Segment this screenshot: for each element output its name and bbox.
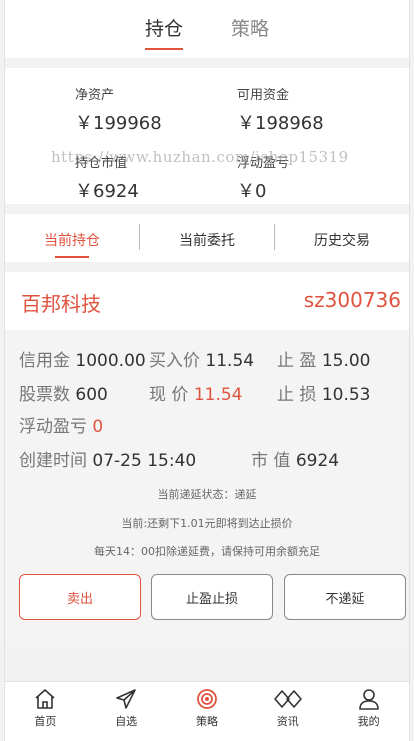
current-price-label: 现 价 [149, 385, 189, 405]
tab-strategy[interactable]: 策略 [231, 0, 269, 50]
user-icon [358, 689, 379, 710]
stop-loss-label: 止 损 [277, 385, 317, 405]
take-profit-field: 止 盈 15.00 [277, 346, 370, 371]
nav-profile[interactable]: 我的 [328, 682, 409, 741]
take-profit-value: 15.00 [321, 351, 371, 371]
top-tabs: 持仓 策略 [5, 0, 409, 58]
created-time-label: 创建时间 [19, 451, 87, 471]
net-assets: 净资产 ￥199968 [75, 84, 162, 135]
tab-history-trades[interactable]: 历史交易 [275, 214, 409, 262]
holding-market-value-value: ￥6924 [75, 181, 139, 202]
position-floating-pl-label: 浮动盈亏 [19, 417, 87, 437]
available-funds: 可用资金 ￥198968 [237, 84, 324, 135]
margin-field: 信用金 1000.00 [19, 346, 146, 371]
bottom-nav: 首页 自选 策略 资讯 我的 [5, 681, 409, 741]
defer-fee-note: 每天14：00扣除递延费，请保持可用余额充足 [94, 545, 320, 558]
net-assets-value: ￥199968 [75, 113, 162, 134]
take-profit-label: 止 盈 [277, 351, 317, 371]
available-funds-label: 可用资金 [237, 88, 290, 103]
position-card-body: 信用金 1000.00 买入价 11.54 止 盈 15.00 股票数 600 … [5, 330, 409, 646]
nav-strategy-label: 策略 [195, 715, 218, 728]
stock-code: sz300736 [303, 288, 401, 312]
shares-value: 600 [75, 385, 108, 405]
send-icon [116, 689, 136, 709]
watermark: https://www.huzhan.com/ishop15319 [51, 148, 349, 166]
net-assets-label: 净资产 [75, 88, 115, 103]
nav-news-label: 资讯 [276, 715, 299, 728]
home-icon [35, 689, 55, 709]
sub-tabs: 当前持仓 当前委托 历史交易 [5, 214, 409, 262]
nav-strategy[interactable]: 策略 [167, 682, 248, 741]
available-funds-value: ￥198968 [237, 113, 324, 134]
remaining-note: 当前:还剩下1.01元即将到达止损价 [121, 517, 293, 530]
position-market-value-label: 市 值 [251, 451, 291, 471]
position-market-value-field: 市 值 6924 [251, 446, 339, 471]
account-summary: 净资产 ￥199968 可用资金 ￥198968 持仓市值 ￥6924 浮动盈亏… [5, 68, 409, 204]
sell-button[interactable]: 卖出 [19, 574, 141, 620]
tab-current-orders[interactable]: 当前委托 [140, 214, 274, 262]
shares-field: 股票数 600 [19, 380, 108, 405]
take-profit-stop-loss-button[interactable]: 止盈止损 [151, 574, 273, 620]
buy-price-field: 买入价 11.54 [149, 346, 254, 371]
floating-pl-value: ￥0 [237, 181, 267, 202]
stop-loss-value: 10.53 [321, 385, 371, 405]
tab-current-holdings[interactable]: 当前持仓 [5, 214, 139, 262]
current-price-field: 现 价 11.54 [149, 380, 242, 405]
buy-price-label: 买入价 [149, 351, 200, 371]
created-time-value: 07-25 15:40 [92, 451, 197, 471]
margin-value: 1000.00 [75, 351, 146, 371]
position-market-value-value: 6924 [295, 451, 340, 471]
tab-holdings[interactable]: 持仓 [144, 0, 184, 50]
created-time-field: 创建时间 07-25 15:40 [19, 446, 196, 471]
news-icon [273, 690, 302, 708]
nav-profile-label: 我的 [357, 715, 380, 728]
nav-home[interactable]: 首页 [5, 682, 86, 741]
position-floating-pl-value: 0 [92, 417, 104, 437]
shares-label: 股票数 [19, 385, 70, 405]
nav-watchlist[interactable]: 自选 [86, 682, 167, 741]
buy-price-value: 11.54 [205, 351, 255, 371]
defer-status-note: 当前递延状态：递延 [157, 488, 257, 501]
current-price-value: 11.54 [193, 385, 243, 405]
stock-name: 百邦科技 [21, 292, 101, 316]
position-card-header: 百邦科技 sz300736 [5, 272, 409, 330]
nav-watchlist-label: 自选 [115, 715, 138, 728]
nav-home-label: 首页 [34, 715, 57, 728]
nav-news[interactable]: 资讯 [247, 682, 328, 741]
margin-label: 信用金 [19, 351, 70, 371]
position-floating-pl-field: 浮动盈亏 0 [19, 412, 103, 437]
stop-loss-field: 止 损 10.53 [277, 380, 370, 405]
no-defer-button[interactable]: 不递延 [284, 574, 406, 620]
strategy-icon [197, 689, 217, 709]
app-frame: 持仓 策略 净资产 ￥199968 可用资金 ￥198968 持仓市值 ￥692… [4, 0, 410, 741]
